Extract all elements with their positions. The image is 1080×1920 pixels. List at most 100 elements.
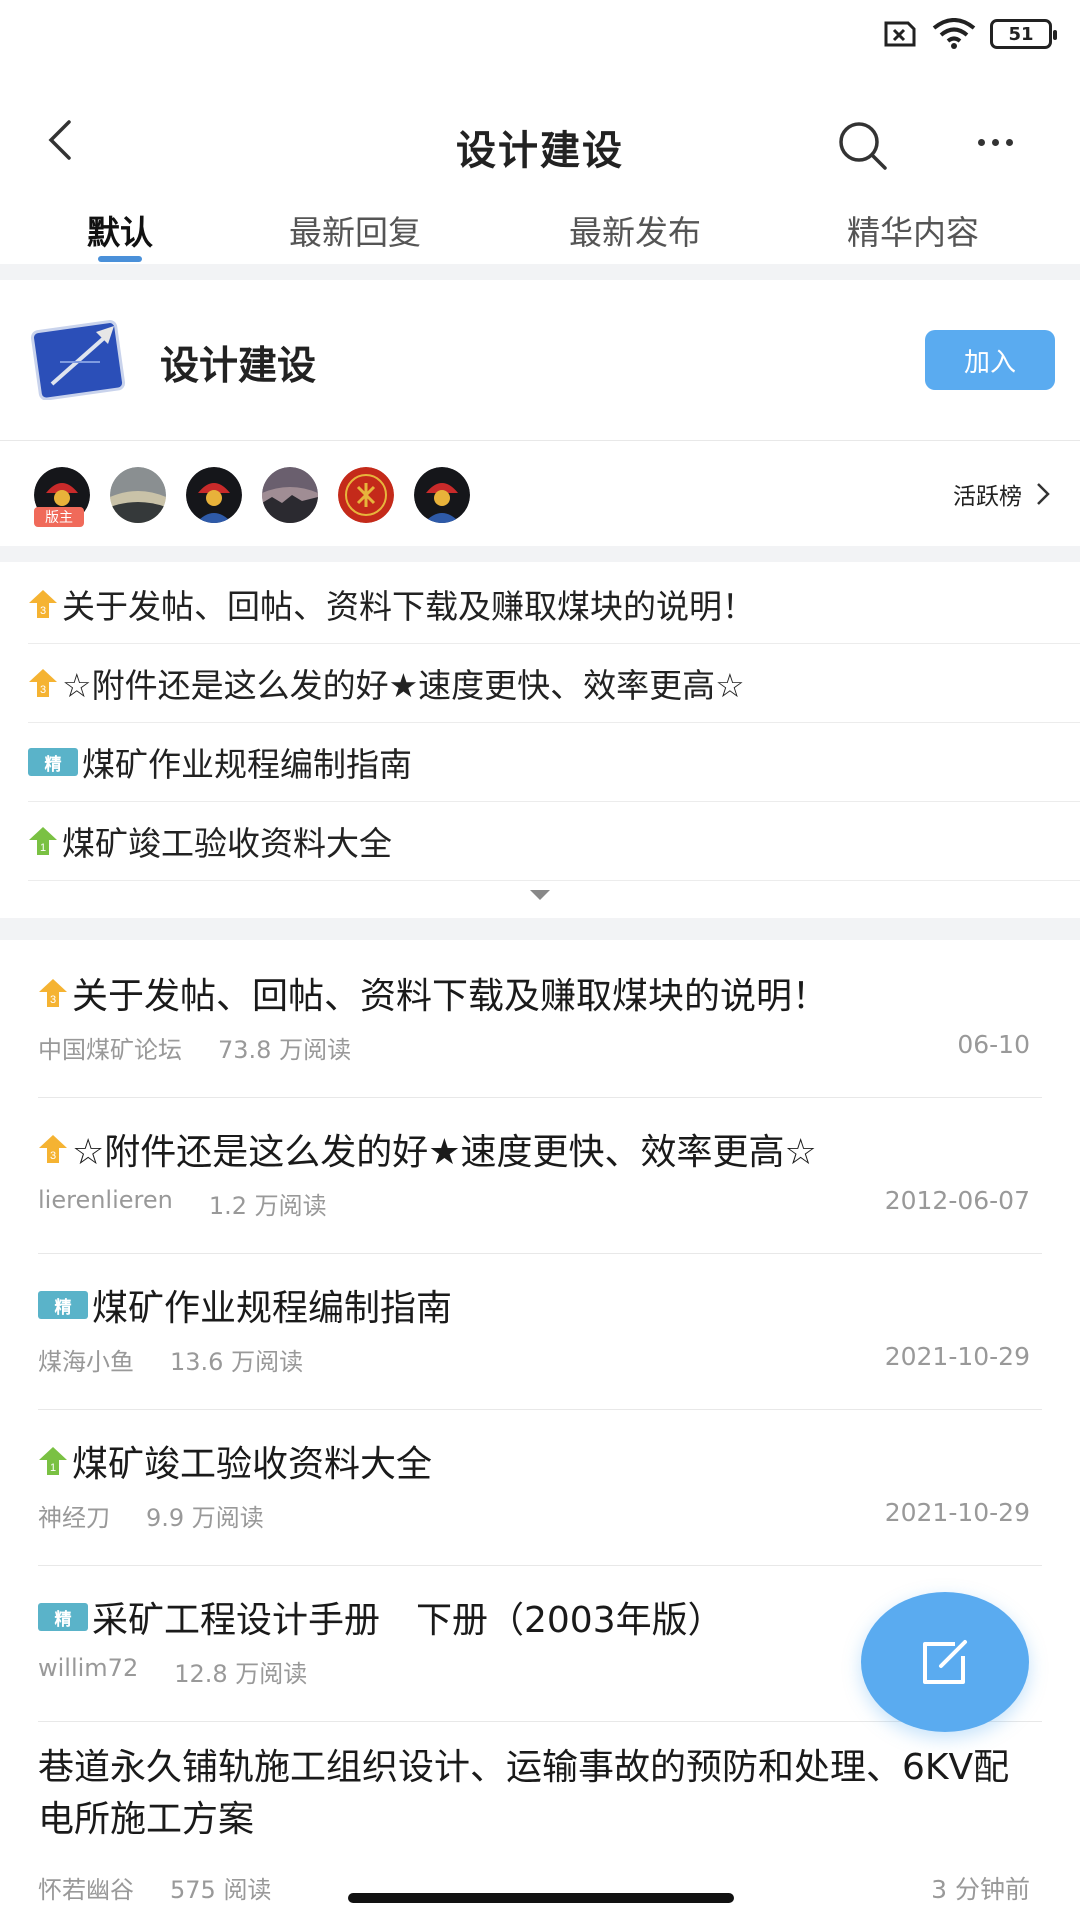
pinned-item[interactable]: 1 煤矿竣工验收资料大全 <box>28 802 1080 881</box>
post-meta: 中国煤矿论坛 73.8 万阅读 <box>38 1030 351 1065</box>
post-feed: 3 关于发帖、回帖、资料下载及赚取煤块的说明！ 中国煤矿论坛 73.8 万阅读 … <box>38 942 1042 1920</box>
avatar-member[interactable] <box>338 467 394 523</box>
app-header: 设计建设 <box>0 80 1080 200</box>
post-title: 3 ☆附件还是这么发的好★速度更快、效率更高☆ <box>38 1123 817 1175</box>
post-meta: willim72 12.8 万阅读 <box>38 1654 307 1689</box>
more-icon <box>977 138 985 146</box>
up-arrow-3-icon: 3 <box>39 979 67 1007</box>
wifi-icon <box>932 18 976 49</box>
pinned-list: 3 关于发帖、回帖、资料下载及赚取煤块的说明！ 3 ☆附件还是这么发的好★速度更… <box>28 565 1080 881</box>
post-title: 精 采矿工程设计手册 下册（2003年版） <box>38 1591 724 1643</box>
search-button[interactable] <box>835 118 891 174</box>
post-reads: 575 阅读 <box>170 1876 272 1904</box>
post-meta: 煤海小鱼 13.6 万阅读 <box>38 1342 303 1377</box>
city-avatar-icon <box>262 467 318 523</box>
join-button[interactable]: 加入 <box>925 330 1055 390</box>
chevron-right-icon <box>1037 483 1050 505</box>
pinned-item-title: 煤矿作业规程编制指南 <box>82 745 412 784</box>
tab-default[interactable]: 默认 <box>60 192 180 262</box>
post-title: 精 煤矿作业规程编制指南 <box>38 1279 452 1331</box>
svg-text:3: 3 <box>40 684 46 696</box>
rank-label: 活跃榜 <box>953 484 1022 510</box>
miner-avatar-icon <box>186 467 242 523</box>
tab-latest-post[interactable]: 最新发布 <box>550 192 720 262</box>
pinned-item[interactable]: 3 ☆附件还是这么发的好★速度更快、效率更高☆ <box>28 644 1080 723</box>
tab-active-indicator <box>98 256 142 262</box>
post-date: 2021-10-29 <box>884 1342 1030 1371</box>
svg-text:3: 3 <box>50 1150 56 1162</box>
avatar-member[interactable] <box>262 467 318 523</box>
tab-label: 最新发布 <box>569 213 701 252</box>
avatar-member[interactable] <box>110 467 166 523</box>
tab-label: 默认 <box>87 213 153 252</box>
up-arrow-3-icon: 3 <box>29 669 57 697</box>
forum-name: 设计建设 <box>160 344 317 389</box>
post-reads: 73.8 万阅读 <box>218 1036 352 1064</box>
post-reads: 12.8 万阅读 <box>174 1660 308 1688</box>
post-author: 中国煤矿论坛 <box>38 1036 182 1064</box>
divider <box>0 440 1080 441</box>
tab-label: 最新回复 <box>289 213 421 252</box>
post-reads: 9.9 万阅读 <box>146 1504 264 1532</box>
post-author: 神经刀 <box>38 1504 110 1532</box>
up-arrow-1-icon: 1 <box>39 1447 67 1475</box>
post-meta: 神经刀 9.9 万阅读 <box>38 1498 264 1533</box>
activity-rank-link[interactable]: 活跃榜 <box>953 477 1050 511</box>
up-arrow-3-icon: 3 <box>29 590 57 618</box>
featured-badge: 精 <box>38 1603 88 1631</box>
status-bar: 51 <box>0 0 1080 80</box>
page-title: 设计建设 <box>456 128 624 174</box>
post-item[interactable]: 3 关于发帖、回帖、资料下载及赚取煤块的说明！ 中国煤矿论坛 73.8 万阅读 … <box>38 942 1042 1098</box>
pinned-item[interactable]: 精 煤矿作业规程编制指南 <box>28 723 1080 802</box>
battery-level: 51 <box>1008 23 1034 45</box>
pinned-item-title: 煤矿竣工验收资料大全 <box>62 824 392 863</box>
post-title: 1 煤矿竣工验收资料大全 <box>38 1435 432 1487</box>
post-item[interactable]: 3 ☆附件还是这么发的好★速度更快、效率更高☆ lierenlieren 1.2… <box>38 1098 1042 1254</box>
seal-avatar-icon <box>338 467 394 523</box>
miner-avatar-icon <box>414 467 470 523</box>
section-gap <box>0 918 1080 940</box>
tab-latest-reply[interactable]: 最新回复 <box>270 192 440 262</box>
post-item[interactable]: 精 煤矿作业规程编制指南 煤海小鱼 13.6 万阅读 2021-10-29 <box>38 1254 1042 1410</box>
svg-text:3: 3 <box>40 605 46 617</box>
home-indicator[interactable] <box>348 1893 734 1903</box>
avatar-member[interactable] <box>414 467 470 523</box>
post-author: 煤海小鱼 <box>38 1348 134 1376</box>
section-gap <box>0 546 1080 562</box>
battery-icon: 51 <box>990 19 1057 49</box>
more-button[interactable] <box>965 120 1025 164</box>
post-title: 3 关于发帖、回帖、资料下载及赚取煤块的说明！ <box>38 967 828 1019</box>
post-item[interactable]: 1 煤矿竣工验收资料大全 神经刀 9.9 万阅读 2021-10-29 <box>38 1410 1042 1566</box>
landscape-avatar-icon <box>110 467 166 523</box>
pinned-item-title: ☆附件还是这么发的好★速度更快、效率更高☆ <box>62 666 745 705</box>
compose-icon <box>923 1640 967 1684</box>
tab-featured[interactable]: 精华内容 <box>828 192 998 262</box>
post-author: lierenlieren <box>38 1186 173 1214</box>
tab-label: 精华内容 <box>847 213 979 252</box>
up-arrow-3-icon: 3 <box>39 1135 67 1163</box>
search-icon <box>839 122 887 170</box>
post-date: 2021-10-29 <box>884 1498 1030 1527</box>
featured-badge: 精 <box>38 1291 88 1319</box>
svg-text:3: 3 <box>50 994 56 1006</box>
pinned-item-title: 关于发帖、回帖、资料下载及赚取煤块的说明！ <box>62 587 755 626</box>
post-date: 2012-06-07 <box>884 1186 1030 1215</box>
forum-card: 设计建设 加入 <box>0 280 1080 440</box>
pinned-item[interactable]: 3 关于发帖、回帖、资料下载及赚取煤块的说明！ <box>28 565 1080 644</box>
post-reads: 13.6 万阅读 <box>170 1348 304 1376</box>
post-item[interactable]: 巷道永久铺轨施工组织设计、运输事故的预防和处理、6KV配电所施工方案 怀若幽谷 … <box>38 1722 1042 1920</box>
sim-missing-icon <box>884 21 916 47</box>
post-title: 巷道永久铺轨施工组织设计、运输事故的预防和处理、6KV配电所施工方案 <box>38 1747 1010 1840</box>
post-reads: 1.2 万阅读 <box>208 1192 327 1220</box>
post-meta: 怀若幽谷 575 阅读 <box>38 1870 271 1905</box>
svg-text:1: 1 <box>40 842 46 854</box>
admin-badge: 版主 <box>34 507 84 527</box>
avatar-member[interactable] <box>186 467 242 523</box>
expand-pinned-icon[interactable] <box>530 890 550 900</box>
active-members: 版主 活跃榜 <box>0 455 1080 535</box>
compose-button[interactable] <box>861 1592 1029 1732</box>
featured-badge: 精 <box>28 748 78 776</box>
post-author: 怀若幽谷 <box>38 1876 134 1904</box>
up-arrow-1-icon: 1 <box>29 827 57 855</box>
forum-logo <box>30 320 126 400</box>
